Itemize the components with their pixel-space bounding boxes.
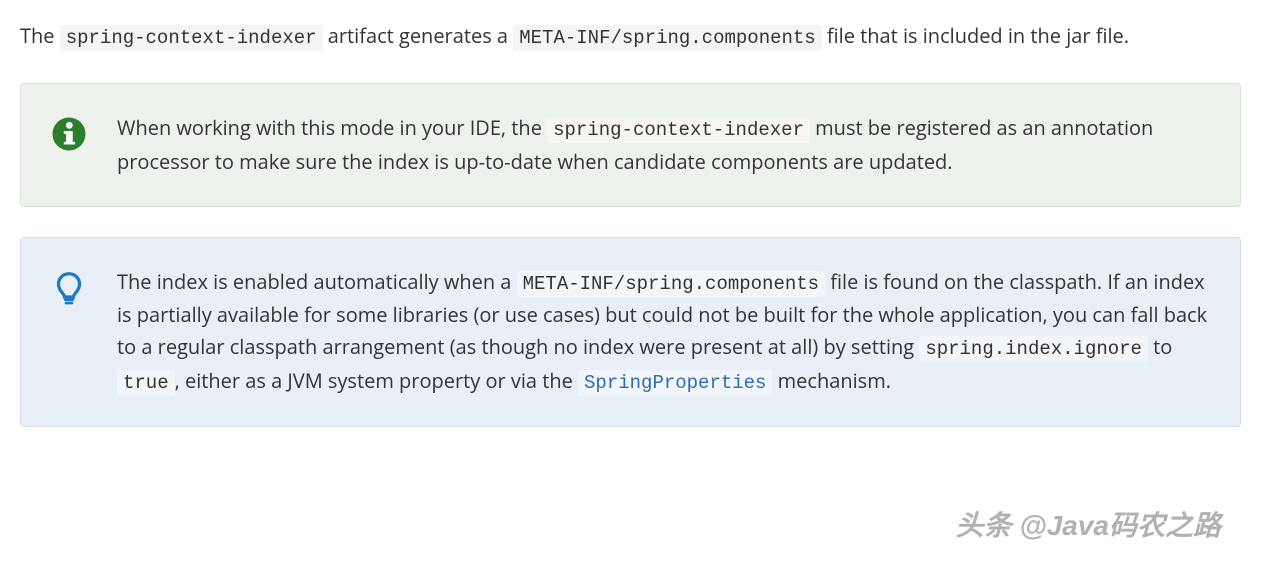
code-inline: META-INF/spring.components bbox=[517, 271, 825, 297]
text-fragment: The index is enabled automatically when … bbox=[117, 268, 517, 295]
code-inline: spring.index.ignore bbox=[919, 336, 1148, 362]
code-inline: spring-context-indexer bbox=[60, 25, 323, 51]
text-fragment: file that is included in the jar file. bbox=[822, 22, 1129, 49]
tip-admonition: The index is enabled automatically when … bbox=[20, 237, 1241, 427]
code-inline: spring-context-indexer bbox=[547, 117, 810, 143]
code-inline: true bbox=[117, 370, 175, 396]
info-admonition: When working with this mode in your IDE,… bbox=[20, 83, 1241, 206]
text-fragment: , either as a JVM system property or via… bbox=[175, 367, 578, 394]
intro-paragraph: The spring-context-indexer artifact gene… bbox=[20, 20, 1241, 53]
info-content: When working with this mode in your IDE,… bbox=[117, 112, 1210, 177]
text-fragment: artifact generates a bbox=[323, 22, 514, 49]
code-inline: META-INF/spring.components bbox=[513, 25, 821, 51]
lightbulb-icon bbox=[51, 270, 87, 306]
text-fragment: to bbox=[1148, 333, 1172, 360]
tip-content: The index is enabled automatically when … bbox=[117, 266, 1210, 398]
info-icon bbox=[51, 116, 87, 152]
watermark-text: 头条 @Java码农之路 bbox=[956, 504, 1221, 549]
text-fragment: When working with this mode in your IDE,… bbox=[117, 114, 547, 141]
link-springproperties[interactable]: SpringProperties bbox=[578, 370, 772, 396]
text-fragment: The bbox=[20, 22, 60, 49]
text-fragment: mechanism. bbox=[772, 367, 891, 394]
